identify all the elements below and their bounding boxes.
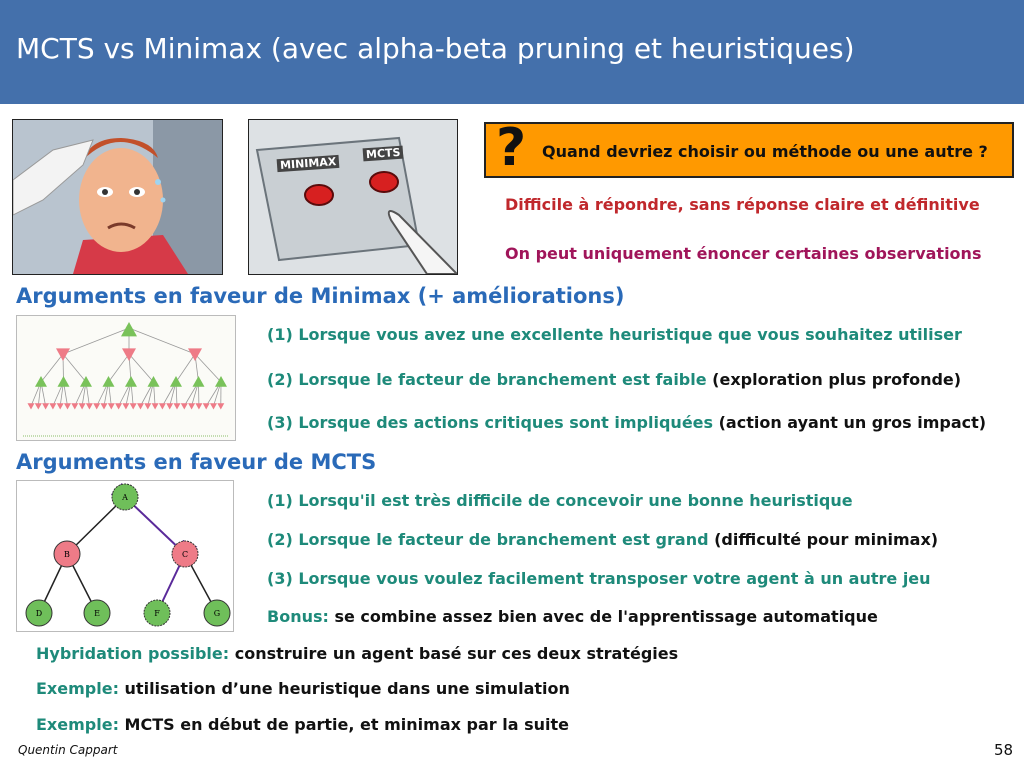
- mcts-tree-image: A B C D E F G: [16, 480, 234, 632]
- svg-text:B: B: [64, 550, 70, 559]
- min-node: [144, 403, 152, 410]
- svg-text:A: A: [121, 493, 128, 502]
- tree-edge: [128, 327, 196, 355]
- min-node: [151, 403, 159, 410]
- max-node: [125, 376, 137, 387]
- min-node: [158, 403, 166, 410]
- min-node: [166, 403, 174, 410]
- min-node: [56, 403, 64, 410]
- question-text: Quand devriez choisir ou méthode ou une …: [542, 142, 988, 161]
- max-node: [80, 376, 92, 387]
- hybrid-line: Hybridation possible: construire un agen…: [36, 644, 679, 663]
- max-node: [35, 376, 47, 387]
- mcts-item-3: (3) Lorsque vous voulez facilement trans…: [267, 569, 931, 588]
- min-node: [180, 403, 188, 410]
- tree-edge: [128, 353, 154, 383]
- mcts-heading: Arguments en faveur de MCTS: [16, 450, 377, 474]
- min-node: [34, 403, 42, 410]
- min-node: [122, 403, 130, 410]
- max-node: [121, 322, 137, 337]
- mcts-item-1: (1) Lorsqu'il est très difficile de conc…: [267, 491, 853, 510]
- tree-edge: [108, 353, 130, 383]
- tree-edge: [40, 353, 64, 383]
- tree-node-b: B: [53, 540, 81, 568]
- min-node: [217, 403, 225, 410]
- min-node: [100, 403, 108, 410]
- min-node: [64, 403, 71, 410]
- max-node: [192, 376, 205, 387]
- min-node: [107, 403, 115, 410]
- min-node: [173, 403, 181, 410]
- min-node: [56, 348, 70, 361]
- minimax-tree-image: [16, 315, 236, 441]
- tree-node-c: C: [171, 540, 199, 568]
- svg-text:D: D: [36, 609, 42, 618]
- answer-observations: On peut uniquement énoncer certaines obs…: [505, 244, 982, 263]
- tree-node-g: G: [203, 599, 231, 627]
- min-node: [195, 403, 203, 410]
- min-node: [27, 403, 35, 410]
- minimax-item-3: (3) Lorsque des actions critiques sont i…: [267, 413, 987, 432]
- minimax-heading: Arguments en faveur de Minimax (+ amélio…: [16, 284, 625, 308]
- svg-text:F: F: [154, 609, 160, 618]
- minimax-item-2: (2) Lorsque le facteur de branchement es…: [267, 370, 962, 389]
- tree-edge: [62, 327, 130, 355]
- svg-text:E: E: [94, 609, 100, 618]
- min-node: [202, 403, 210, 410]
- question-mark-icon: ?: [496, 118, 527, 178]
- min-node: [71, 403, 79, 410]
- author-name: Quentin Cappart: [18, 743, 118, 757]
- max-node: [170, 376, 182, 387]
- min-node: [93, 403, 101, 410]
- tree-edge: [62, 353, 87, 383]
- min-node: [188, 403, 196, 410]
- tree-edge: [175, 353, 196, 383]
- tree-node-d: D: [25, 599, 53, 627]
- question-box: ? Quand devriez choisir ou méthode ou un…: [484, 118, 1014, 178]
- min-node: [129, 403, 137, 410]
- example-line-2: Exemple: MCTS en début de partie, et min…: [36, 715, 569, 734]
- mcts-item-2: (2) Lorsque le facteur de branchement es…: [267, 530, 939, 549]
- max-node: [102, 376, 115, 387]
- min-node: [85, 403, 93, 410]
- answer-difficult: Difficile à répondre, sans réponse clair…: [505, 195, 980, 214]
- tree-node-f: F: [143, 599, 171, 627]
- max-node: [57, 376, 70, 387]
- min-node: [42, 403, 50, 410]
- example-line-1: Exemple: utilisation d’une heuristique d…: [36, 679, 570, 698]
- mcts-bonus: Bonus: se combine assez bien avec de l'a…: [267, 607, 878, 626]
- minimax-item-1: (1) Lorsque vous avez une excellente heu…: [267, 325, 962, 344]
- sweating-man-image: [12, 119, 223, 275]
- two-buttons-image: MINIMAX MCTS: [248, 119, 458, 275]
- slide-title: MCTS vs Minimax (avec alpha-beta pruning…: [16, 32, 855, 65]
- min-node: [137, 403, 144, 410]
- svg-text:G: G: [214, 609, 220, 618]
- min-node: [210, 403, 217, 410]
- min-node: [78, 403, 86, 410]
- page-number: 58: [994, 741, 1014, 759]
- svg-text:C: C: [182, 550, 188, 559]
- tree-node-e: E: [83, 599, 111, 627]
- min-node: [49, 403, 57, 410]
- tree-node-a: A: [111, 483, 139, 511]
- min-node: [115, 403, 123, 410]
